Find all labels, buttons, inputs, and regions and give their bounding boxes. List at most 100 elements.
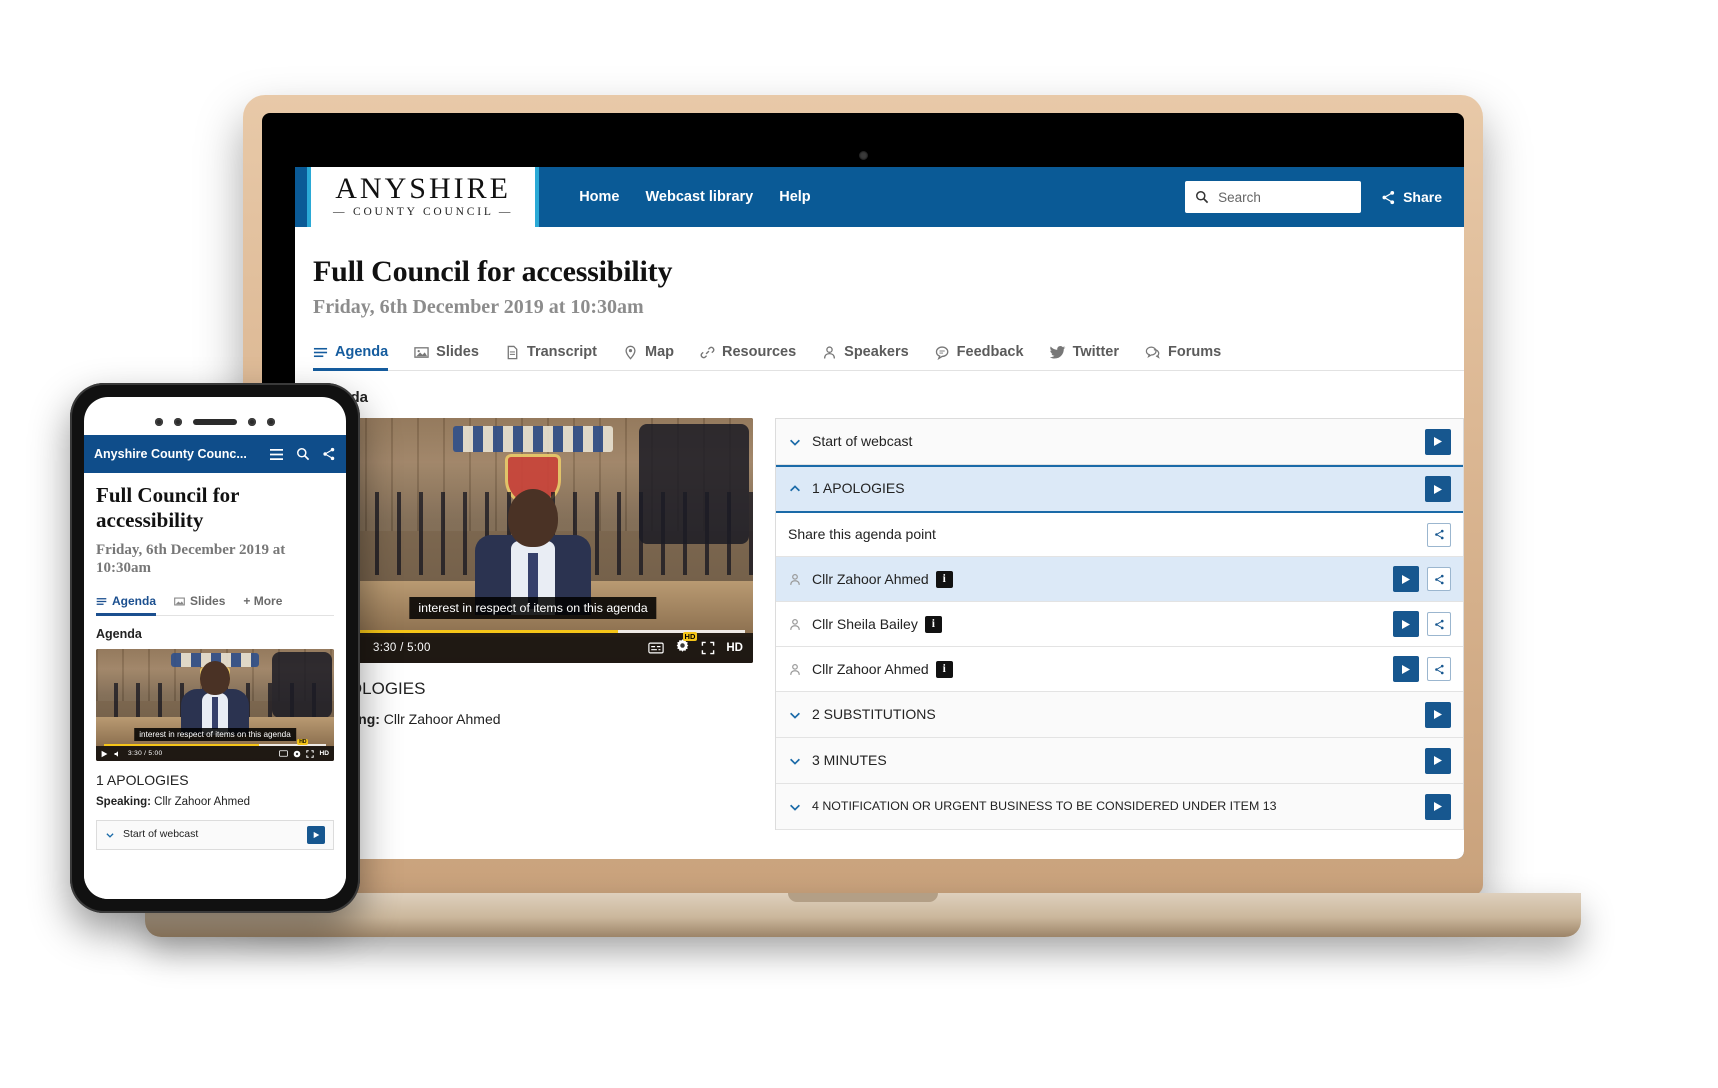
play-button[interactable] [1425,428,1451,455]
phone-video-speaker-figure [181,661,249,736]
info-icon[interactable]: i [924,615,942,633]
play-button[interactable] [1425,701,1451,728]
video-player[interactable]: interest in respect of items on this age… [313,418,753,663]
phone-current-item-title: 1 APOLOGIES [96,772,189,789]
nav-item-webcast-library[interactable]: Webcast library [646,189,754,205]
speaker-grille [193,419,237,425]
tab-twitter[interactable]: Twitter [1049,344,1119,370]
phone-mockup: Anyshire County Counc... Full Council fo… [70,383,360,913]
agenda-item-label: 2 SUBSTITUTIONS [812,705,936,722]
captions-icon[interactable] [279,750,289,757]
share-button[interactable] [1427,657,1451,681]
chevron-down-icon[interactable] [788,435,802,449]
header-share-label: Share [1403,189,1442,205]
chevron-up-icon[interactable] [788,482,802,496]
hd-quality-badge: HD [682,632,698,641]
tab-agenda[interactable]: Agenda [313,344,389,371]
fullscreen-icon[interactable] [306,749,315,758]
play-button[interactable] [307,826,325,845]
video-meta: 1 APOLOGIES Speaking: Cllr Zahoor Ahmed [313,679,753,727]
agenda-item-actions [1425,793,1451,820]
phone-tab-slides[interactable]: Slides [174,594,225,615]
hamburger-menu-icon[interactable] [269,448,284,461]
agenda-speaker-row[interactable]: Cllr Zahoor Ahmed i [776,557,1463,602]
phone-tab-agenda[interactable]: Agenda [96,594,157,617]
info-icon[interactable]: i [935,570,953,588]
play-button[interactable] [1393,566,1419,592]
laptop-screen: ANYSHIRE — COUNTY COUNCIL — Home Webcast… [262,113,1464,859]
phone-agenda-item-start-of-webcast[interactable]: Start of webcast [96,820,334,851]
fullscreen-icon[interactable] [701,641,715,655]
share-button[interactable] [1427,612,1451,636]
phone-hd-badge: HD [297,738,309,745]
agenda-speaker-row[interactable]: Cllr Zahoor Ahmed i [776,647,1463,692]
pin-icon [625,345,636,360]
phone-settings-gear-button[interactable]: HD [293,738,309,762]
nav-item-home[interactable]: Home [579,189,619,205]
share-icon[interactable] [322,447,336,461]
phone-tab-more[interactable]: + More [243,594,282,615]
tab-resources-label: Resources [722,344,797,360]
tab-speakers[interactable]: Speakers [822,344,909,370]
video-time-display: 3:30 / 5:00 [373,642,431,654]
play-button[interactable] [1393,611,1419,637]
phone-video-player[interactable]: interest in respect of items on this age… [96,649,334,762]
play-button[interactable] [1425,476,1451,502]
search-box[interactable]: Search [1185,181,1362,213]
site-logo[interactable]: ANYSHIRE — COUNTY COUNCIL — [307,167,540,228]
search-icon[interactable] [296,447,310,461]
tab-resources[interactable]: Resources [700,344,796,370]
play-button[interactable] [1425,793,1451,820]
tab-feedback-label: Feedback [956,344,1024,360]
tab-feedback[interactable]: Feedback [935,344,1024,370]
sensor-icon [248,418,256,426]
phone-tab-more-label: + More [243,594,283,609]
play-button[interactable] [1393,656,1419,682]
main-nav: Home Webcast library Help [579,189,810,205]
page-title: Full Council for accessibility [313,255,673,288]
agenda-item-2-substitutions[interactable]: 2 SUBSTITUTIONS [776,692,1463,738]
tab-forums[interactable]: Forums [1145,344,1221,370]
search-input[interactable]: Search [1218,190,1261,205]
speaker-name-wrap: Cllr Sheila Bailey i [812,615,942,633]
phone-tab-bar: Agenda Slides + More [96,594,334,617]
current-speaker: Speaking: Cllr Zahoor Ahmed [313,711,753,727]
gear-icon [294,750,301,757]
hd-label[interactable]: HD [726,642,743,654]
link-icon [700,346,715,358]
info-icon[interactable]: i [935,660,953,678]
play-icon[interactable] [101,750,108,758]
share-button[interactable] [1427,522,1451,547]
agenda-item-start-of-webcast[interactable]: Start of webcast [776,419,1463,465]
captions-icon[interactable] [648,642,665,654]
tab-map[interactable]: Map [623,344,674,370]
chevron-down-icon[interactable] [788,754,802,768]
phone-header: Anyshire County Counc... [84,435,346,473]
chevron-down-icon[interactable] [105,830,115,840]
image-icon [414,346,429,358]
tab-transcript[interactable]: Transcript [505,344,597,370]
share-icon [1382,190,1395,204]
screenshot-root: ANYSHIRE — COUNTY COUNCIL — Home Webcast… [0,0,1718,1088]
share-button[interactable] [1427,567,1451,591]
tab-slides[interactable]: Slides [414,344,479,370]
speaker-name-wrap: Cllr Zahoor Ahmed i [812,660,953,678]
agenda-item-4-notification[interactable]: 4 NOTIFICATION OR URGENT BUSINESS TO BE … [776,784,1463,830]
person-icon [788,572,802,587]
share-agenda-point-label: Share this agenda point [788,525,936,542]
chevron-down-icon[interactable] [788,708,802,722]
agenda-item-actions [1425,428,1451,455]
header-right-group: Search Share [1185,181,1464,213]
phone-section-label: Agenda [96,627,142,642]
chevron-down-icon[interactable] [788,800,802,814]
phone-hd-label[interactable]: HD [319,750,329,757]
agenda-item-3-minutes[interactable]: 3 MINUTES [776,738,1463,784]
play-button[interactable] [1425,747,1451,774]
agenda-speaker-row[interactable]: Cllr Sheila Bailey i [776,602,1463,647]
header-share-button[interactable]: Share [1381,189,1442,205]
share-agenda-point-row[interactable]: Share this agenda point [776,513,1463,557]
agenda-item-1-apologies[interactable]: 1 APOLOGIES [776,465,1463,513]
settings-gear-button[interactable]: HD [675,632,698,658]
volume-icon[interactable] [114,750,122,758]
nav-item-help[interactable]: Help [779,189,810,205]
